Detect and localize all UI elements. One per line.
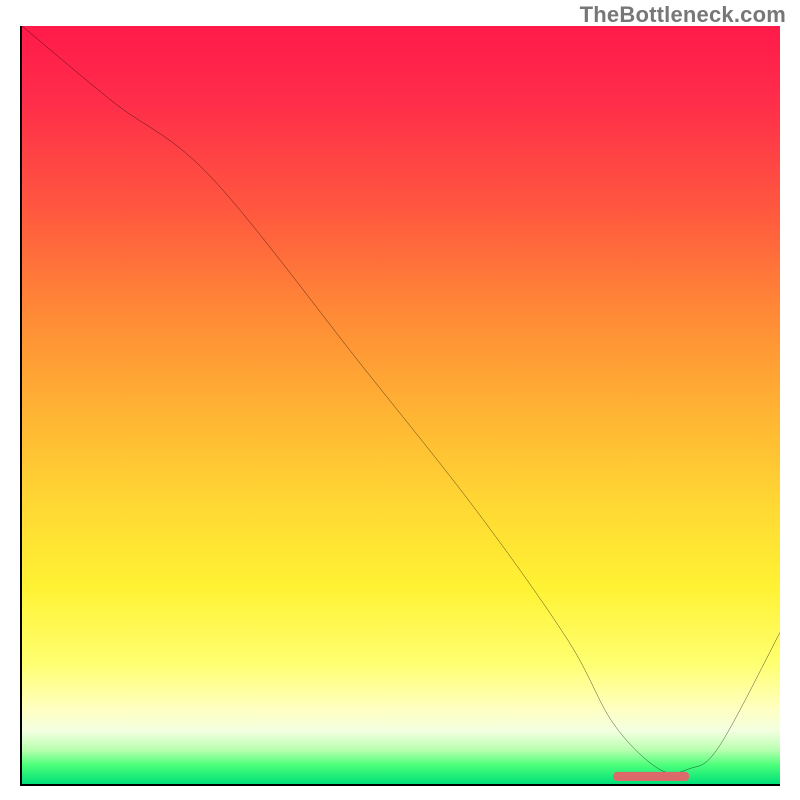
sweet-spot-marker [613, 772, 689, 781]
curve-svg [22, 26, 780, 784]
bottleneck-curve-path [22, 26, 780, 773]
plot-area [20, 26, 780, 786]
watermark-text: TheBottleneck.com [580, 2, 786, 28]
chart-container: TheBottleneck.com [0, 0, 800, 800]
